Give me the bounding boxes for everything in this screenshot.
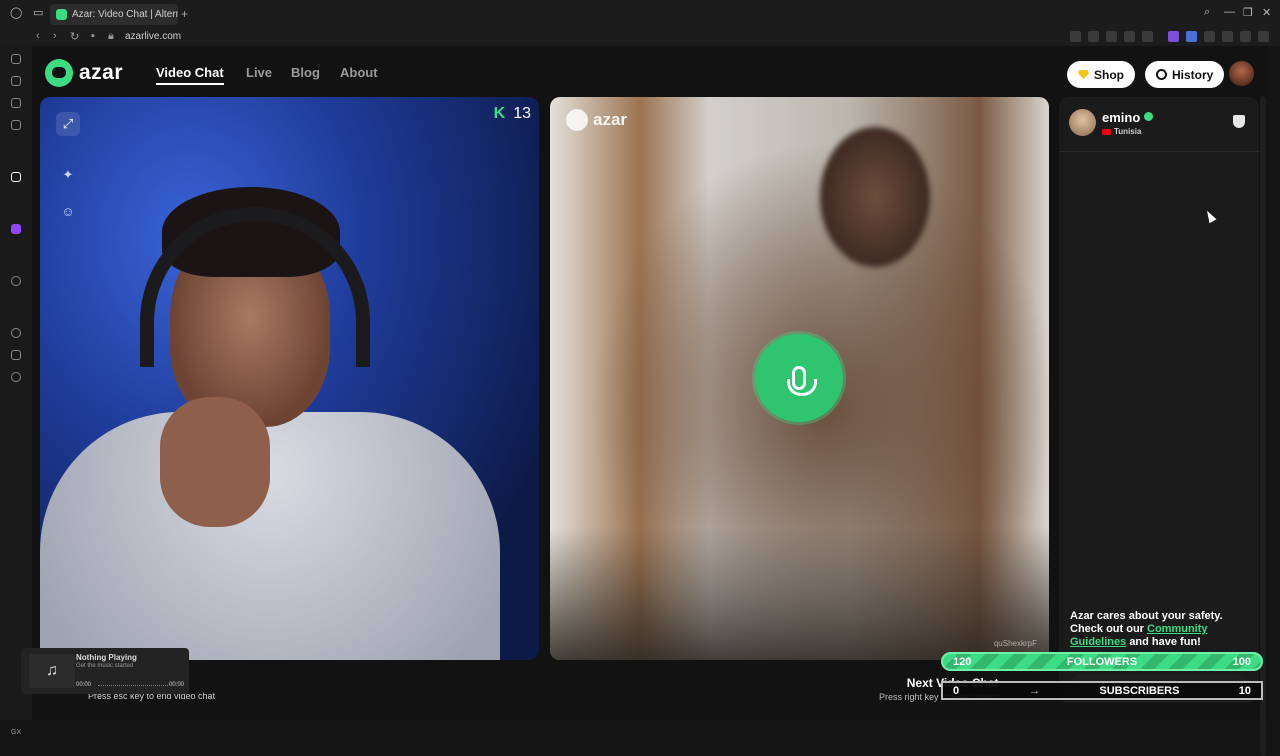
gem-count-value: 13: [513, 105, 531, 122]
azar-logo[interactable]: azar: [45, 59, 123, 87]
new-tab-button[interactable]: +: [181, 7, 188, 21]
browser-tab[interactable]: Azar: Video Chat | Alterna: [50, 4, 178, 25]
shop-button[interactable]: Shop: [1067, 61, 1135, 88]
subscribers-goal: 10: [1238, 684, 1251, 697]
extension-icon[interactable]: [1088, 31, 1099, 42]
microphone-button[interactable]: [755, 334, 843, 422]
followers-goal: 100: [1232, 655, 1251, 668]
sidebar-player-icon[interactable]: [11, 276, 21, 286]
lock-icon: 🔒︎: [108, 30, 114, 42]
safety-suffix: have fun!: [1148, 636, 1201, 648]
logo-text: azar: [79, 61, 124, 84]
music-title: Nothing Playing: [76, 653, 137, 662]
browser-sidebar: GX: [0, 46, 32, 736]
extension-icon[interactable]: [1204, 31, 1215, 42]
subscribers-goal-bar: 0 → SUBSCRIBERS 10: [941, 681, 1263, 700]
history-label: History: [1172, 67, 1214, 82]
shop-label: Shop: [1094, 67, 1124, 82]
reload-button[interactable]: ↻: [70, 30, 79, 43]
followers-current: 120: [953, 655, 972, 668]
followers-goal-bar: 120 FOLLOWERS 100: [941, 652, 1263, 671]
nav-about[interactable]: About: [340, 65, 378, 80]
clock-icon: [1156, 69, 1167, 80]
chat-panel: emino Tunisia Azar cares about your safe…: [1059, 97, 1259, 703]
azar-logo-icon: [45, 59, 73, 87]
my-camera-view: ⤢ ✦ ☺ K 13: [40, 97, 539, 660]
safety-and: and: [1129, 636, 1149, 648]
azar-favicon-icon: [56, 9, 67, 20]
tunisia-flag-icon: [1102, 128, 1111, 135]
profile-avatar[interactable]: [1229, 61, 1254, 86]
download-icon[interactable]: [1240, 31, 1251, 42]
translate-icon[interactable]: [1186, 31, 1197, 42]
report-shield-icon[interactable]: [1233, 115, 1245, 128]
subscribers-label: SUBSCRIBERS: [1099, 684, 1180, 697]
history-button[interactable]: History: [1145, 61, 1225, 88]
gx-label: GX: [11, 729, 22, 736]
expand-icon[interactable]: ⤢: [56, 112, 80, 136]
sticker-icon[interactable]: ☺: [56, 199, 80, 223]
search-icon[interactable]: ⌕: [1204, 6, 1210, 19]
extension-icon[interactable]: [1106, 31, 1117, 42]
sidebar-mail-icon[interactable]: [11, 120, 21, 130]
music-time-start: 00:00: [76, 682, 92, 688]
azar-watermark: azar: [566, 109, 627, 131]
sidebar-shop-icon[interactable]: [11, 76, 21, 86]
music-subtitle: Get the music started: [76, 663, 134, 669]
extension-icon[interactable]: [1070, 31, 1081, 42]
nav-live[interactable]: Live: [246, 65, 272, 80]
close-icon[interactable]: ✕: [1262, 6, 1271, 19]
browser-tab-bar: ◯ ▭ Azar: Video Chat | Alterna + ⌕ — ❐ ✕: [0, 0, 1280, 28]
sparkle-effects-icon[interactable]: ✦: [56, 163, 80, 187]
tab-title: Azar: Video Chat | Alterna: [72, 9, 178, 20]
sidebar-aria-icon[interactable]: [11, 172, 21, 182]
nav-video-chat[interactable]: Video Chat: [156, 65, 224, 85]
country-label: Tunisia: [1114, 127, 1142, 136]
azar-page: azar Video Chat Live Blog About Shop His…: [32, 46, 1268, 756]
music-progress: [98, 685, 168, 686]
tab-overview-icon[interactable]: ▭: [33, 6, 43, 19]
sidebar-image-icon[interactable]: [11, 98, 21, 108]
verified-icon: [1144, 112, 1153, 121]
sidebar-twitch-icon[interactable]: [11, 224, 21, 234]
azar-logo-icon: [566, 109, 588, 131]
sidebar-extensions-icon[interactable]: [11, 350, 21, 360]
music-time-end: 00:00: [168, 682, 184, 688]
partner-username: emino: [1102, 110, 1141, 125]
chat-divider: [1059, 151, 1259, 152]
partner-country: Tunisia: [1102, 127, 1141, 136]
profile-icon[interactable]: [1222, 31, 1233, 42]
partner-avatar[interactable]: [1069, 109, 1096, 136]
back-button[interactable]: ‹: [36, 30, 40, 42]
partner-handle: quShexkrpF: [993, 639, 1037, 648]
microphone-icon: [787, 366, 817, 396]
music-widget: ♫ Nothing Playing Get the music started …: [21, 648, 189, 694]
my-video-feed: [40, 167, 500, 660]
subscribers-current: 0: [953, 684, 960, 697]
extension-icon[interactable]: [1168, 31, 1179, 42]
watermark-text: azar: [593, 110, 628, 129]
minimize-icon[interactable]: —: [1224, 6, 1235, 18]
nav-blog[interactable]: Blog: [291, 65, 320, 80]
maximize-icon[interactable]: ❐: [1243, 6, 1253, 19]
sidebar-settings-icon[interactable]: [11, 372, 21, 382]
k-icon: K: [493, 105, 506, 122]
sidebar-history-icon[interactable]: [11, 54, 21, 64]
gem-icon: [1078, 70, 1089, 79]
sidebar-clock-icon[interactable]: [11, 328, 21, 338]
arrow-right-icon: →: [1029, 684, 1041, 697]
safety-notice: Azar cares about your safety. Check out …: [1070, 610, 1250, 649]
partner-camera-view: azar quShexkrpF: [550, 97, 1049, 660]
forward-button[interactable]: ›: [53, 30, 57, 42]
camera-icon: ▪: [91, 30, 95, 42]
music-note-icon: ♫: [29, 654, 75, 688]
browser-menu-icon[interactable]: ◯: [10, 6, 22, 19]
extension-icon[interactable]: [1142, 31, 1153, 42]
extension-icon[interactable]: [1124, 31, 1135, 42]
address-bar: ‹ › ↻ ▪ 🔒︎ azarlive.com: [0, 28, 1280, 46]
url-field[interactable]: azarlive.com: [125, 31, 181, 42]
menu-icon[interactable]: [1258, 31, 1269, 42]
gem-count: K 13: [494, 105, 531, 123]
followers-label: FOLLOWERS: [1066, 655, 1138, 668]
